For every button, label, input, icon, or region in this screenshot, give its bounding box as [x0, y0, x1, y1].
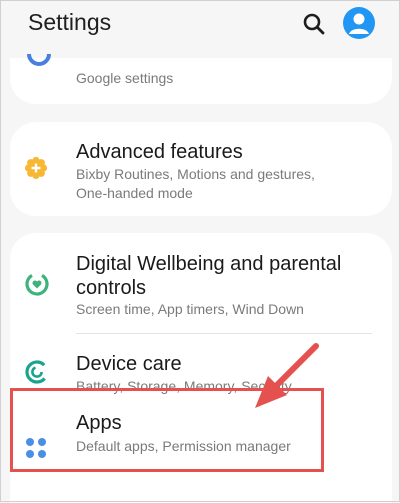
- google-icon: [27, 53, 51, 66]
- heart-ring-icon: [25, 272, 49, 296]
- google-settings-subtitle: Google settings: [76, 70, 174, 86]
- google-card: Google settings: [10, 53, 392, 104]
- search-icon: [303, 13, 325, 35]
- advanced-card: Advanced features Bixby Routines, Motion…: [10, 122, 392, 216]
- advanced-features-subtitle-line1: Bixby Routines, Motions and gestures,: [76, 166, 315, 182]
- device-care-title: Device care: [76, 353, 182, 375]
- divider: [76, 333, 372, 334]
- digital-wellbeing-title-line1: Digital Wellbeing and parental: [76, 253, 342, 275]
- advanced-features-subtitle-line2: One-handed mode: [76, 185, 193, 201]
- search-button[interactable]: [298, 8, 330, 40]
- digital-wellbeing-subtitle: Screen time, App timers, Wind Down: [76, 301, 304, 317]
- page-title: Settings: [28, 9, 112, 35]
- device-care-item[interactable]: Device care Battery, Storage, Memory, Se…: [10, 335, 392, 394]
- avatar-icon: [349, 13, 369, 34]
- advanced-features-title: Advanced features: [76, 141, 243, 163]
- app-header: Settings: [0, 0, 400, 50]
- google-settings-item[interactable]: Google settings: [10, 53, 392, 104]
- digital-wellbeing-item[interactable]: Digital Wellbeing and parental controls …: [10, 233, 392, 331]
- refresh-ring-icon: [25, 360, 49, 384]
- advanced-features-item[interactable]: Advanced features Bixby Routines, Motion…: [10, 122, 392, 216]
- arrow-icon: [255, 343, 319, 408]
- plus-gear-icon: [24, 156, 48, 180]
- account-avatar[interactable]: [343, 7, 375, 39]
- digital-wellbeing-title-line2: controls: [76, 277, 147, 299]
